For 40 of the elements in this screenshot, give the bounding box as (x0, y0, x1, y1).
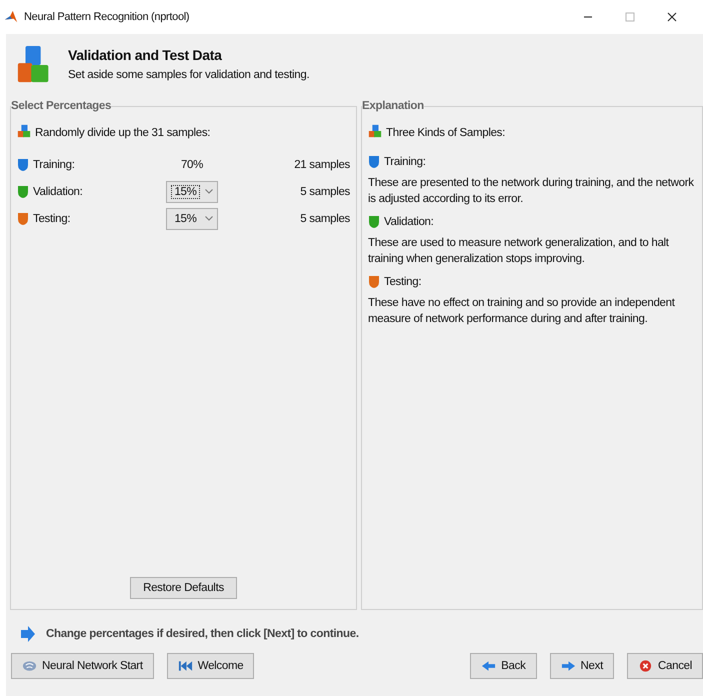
cubes-icon (368, 124, 382, 138)
back-button[interactable]: Back (470, 653, 537, 679)
nav-button[interactable]: Welcome (166, 653, 254, 679)
percent-value: 70% (180, 158, 204, 170)
page-title: Validation and Test Data (68, 47, 223, 63)
section-text: These are presented to the network during training, and the network is adjusted according to its error. (368, 176, 695, 207)
arrow-right-icon (560, 660, 576, 672)
next-button[interactable]: Next (550, 653, 614, 679)
intro-text: Randomly divide up the 31 samples: (35, 126, 210, 138)
chevron-down-icon (204, 216, 213, 221)
chevron-down-icon (204, 189, 213, 194)
section-text: These have no effect on training and so provide an independent measure of network performance during and after training. (368, 296, 676, 327)
sample-count: 5 samples (299, 212, 350, 224)
row-label: Validation: (33, 186, 83, 198)
percent-dropdown[interactable]: 15% (166, 180, 218, 202)
row-label: Testing: (33, 212, 70, 224)
section-title: Training: (384, 156, 426, 168)
sample-count: 21 samples (293, 158, 350, 170)
restore-defaults-button[interactable]: Restore Defaults (130, 577, 237, 599)
section-title: Testing: (384, 276, 422, 288)
section-title: Validation: (384, 216, 434, 228)
arrow-left-icon (481, 660, 496, 672)
close-icon[interactable] (667, 12, 677, 22)
panel-title: Select Percentages (11, 100, 112, 112)
instruction-text: Change percentages if desired, then click [Next] to continue. (46, 628, 359, 640)
skip-back-icon (178, 660, 193, 672)
panel-title: Explanation (362, 100, 424, 112)
row-label: Training: (33, 158, 75, 170)
sample-count: 5 samples (299, 186, 350, 198)
cubes-icon (17, 124, 31, 138)
section-text: These are used to measure network generalization, and to halt training when generalization stops improving. (368, 236, 670, 267)
window-title: Neural Pattern Recognition (nprtool) (24, 11, 190, 23)
app-logo-icon (4, 10, 18, 24)
explanation-heading: Three Kinds of Samples: (386, 126, 506, 138)
percent-dropdown[interactable]: 15% (166, 208, 218, 230)
page-subtitle: Set aside some samples for validation and testing. (68, 69, 310, 81)
arrow-right-icon (20, 625, 36, 643)
cancel-button[interactable]: Cancel (627, 653, 703, 679)
nav-button[interactable]: Neural Network Start (11, 653, 154, 679)
cancel-icon (638, 660, 653, 672)
